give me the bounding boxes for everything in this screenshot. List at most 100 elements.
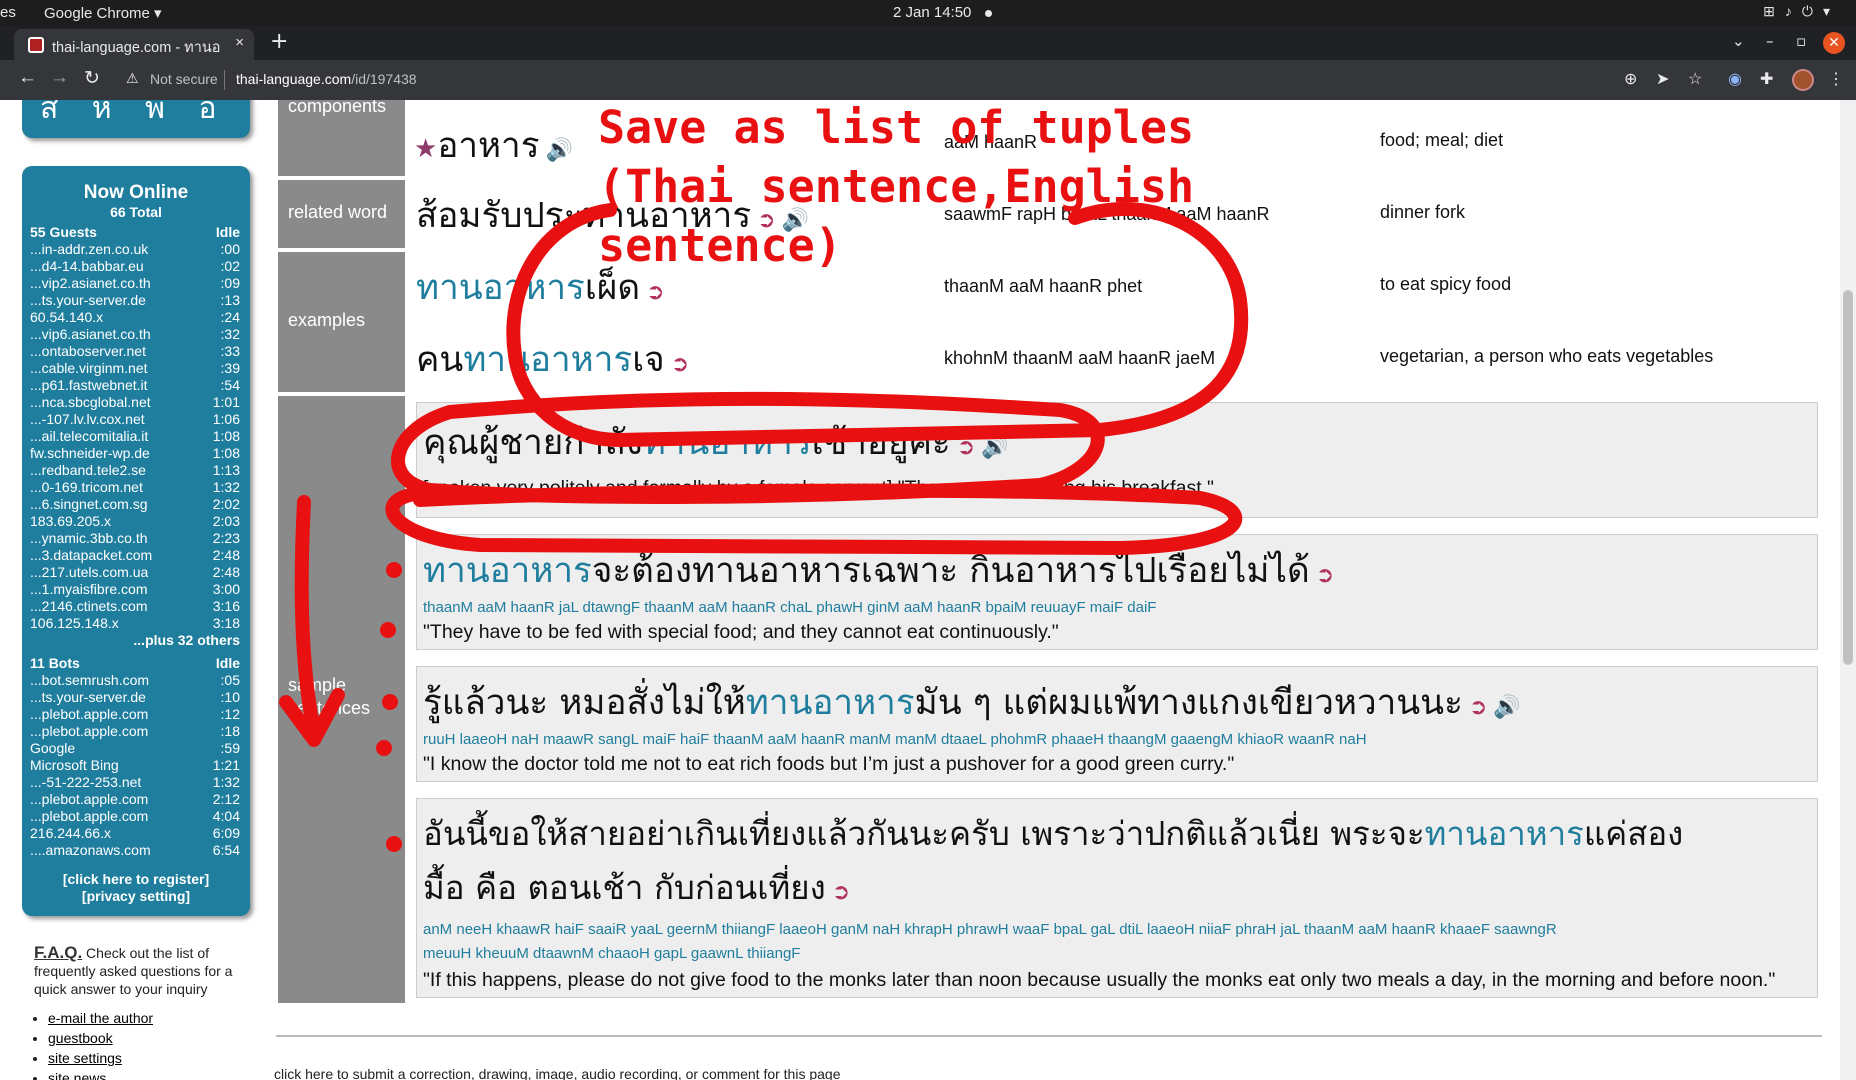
site-settings-link[interactable]: site settings — [48, 1050, 122, 1066]
guestbook-link[interactable]: guestbook — [48, 1030, 113, 1046]
sentence-thai-post: มัน ๆ แต่ผมแพ้ทางแกงเขียวหวานนะ — [914, 683, 1463, 723]
audio-icon[interactable]: ➲ — [646, 280, 664, 305]
online-idle: :02 — [220, 258, 240, 274]
audio-icon[interactable]: ➲ — [1469, 695, 1487, 720]
online-row: 216.244.66.x 6:09 — [22, 825, 250, 842]
online-idle: 1:13 — [212, 462, 240, 478]
thai-keyboard-panel[interactable]: ส ห พ อ อ — [22, 100, 250, 138]
forward-icon[interactable]: → — [50, 67, 69, 89]
restore-button[interactable]: ▫ — [1796, 32, 1806, 50]
example-phrase[interactable]: คนทานอาหารเจ ➲ — [416, 332, 689, 387]
guests-count: 55 Guests — [30, 224, 97, 240]
scrollbar[interactable] — [1840, 100, 1856, 1080]
warning-icon[interactable]: ⚠ — [126, 70, 139, 87]
sentence-thai-line2[interactable]: มื้อ คือ ตอนเช้า กับก่อนเที่ยง ➲ — [423, 861, 850, 914]
audio-icon[interactable]: ➲ — [1316, 563, 1334, 588]
faq-link[interactable]: F.A.Q. — [34, 943, 82, 962]
browser-tab[interactable]: thai-language.com - ทานอ × — [14, 29, 254, 60]
components-label: components — [288, 100, 387, 116]
sentence-thai[interactable]: คุณผู้ชายกำลังทานอาหารเช้าอยู่ค่ะ ➲ 🔊 — [423, 415, 1009, 470]
app-menu[interactable]: Google Chrome ▾ — [44, 4, 162, 22]
star-icon: ★ — [414, 134, 438, 164]
clock[interactable]: 2 Jan 14:50 — [893, 4, 993, 21]
online-idle: :18 — [220, 723, 240, 739]
bullet-marker — [376, 740, 392, 756]
speaker-icon[interactable]: 🔊 — [1493, 695, 1520, 720]
audio-icon[interactable]: ➲ — [671, 352, 689, 377]
menu-icon[interactable]: ⋮ — [1828, 69, 1844, 89]
online-host: ...-107.lv.lv.cox.net — [30, 411, 145, 427]
related-english: dinner fork — [1380, 202, 1466, 222]
extension-icon[interactable]: ◉ — [1728, 69, 1742, 89]
bot-list: ...bot.semrush.com:05 ...ts.your-server.d… — [22, 672, 250, 859]
close-window-button[interactable]: ✕ — [1823, 32, 1845, 54]
component-english: food; meal; diet — [1380, 130, 1504, 150]
online-host: 216.244.66.x — [30, 825, 111, 841]
audio-icon[interactable]: ➲ — [832, 880, 850, 905]
online-row: ....amazonaws.com 6:54 — [22, 842, 250, 859]
audio-icon[interactable]: ➲ — [957, 435, 975, 460]
minimize-button[interactable]: – — [1766, 32, 1774, 50]
now-online-title: Now Online — [83, 182, 189, 203]
bookmark-star-icon[interactable]: ☆ — [1688, 69, 1702, 89]
online-host: ...vip6.asianet.co.th — [30, 326, 151, 342]
online-row: 60.54.140.x:24 — [22, 309, 250, 326]
online-host: Microsoft Bing — [30, 757, 119, 773]
url-field[interactable]: thai-language.com/id/197438 — [236, 71, 417, 87]
online-row: ...ts.your-server.de:13 — [22, 292, 250, 309]
online-host: ....amazonaws.com — [30, 842, 151, 858]
avatar[interactable] — [1792, 69, 1814, 91]
site-news-link[interactable]: site news — [48, 1070, 106, 1080]
online-idle: :59 — [220, 740, 240, 756]
os-top-bar: es Google Chrome ▾ 2 Jan 14:50 ⊞♪⏻▾ — [0, 0, 1856, 26]
example-thai-hl: ทานอาหาร — [416, 268, 585, 308]
submit-correction-link[interactable]: click here to submit a correction, drawi… — [274, 1066, 841, 1080]
online-idle: :00 — [220, 241, 240, 257]
sample-label: sample — [288, 675, 347, 695]
guest-list: ...in-addr.zen.co.uk:00 ...d4-14.babbar.e… — [22, 241, 250, 632]
privacy-link[interactable]: [privacy setting] — [22, 888, 250, 905]
sentence-thai[interactable]: อันนี้ขอให้สายอย่าเกินเที่ยงแล้วกันนะครั… — [423, 807, 1683, 860]
list-item: site news — [48, 1068, 254, 1080]
register-link[interactable]: [click here to register] — [22, 871, 250, 888]
close-tab-button[interactable]: × — [235, 34, 244, 51]
not-secure-label[interactable]: Not secure — [150, 71, 218, 87]
tab-search-icon[interactable]: ⌄ — [1732, 32, 1745, 50]
bots-header: 11 Bots Idle — [22, 655, 250, 672]
component-word[interactable]: ★อาหาร 🔊 — [414, 118, 573, 173]
online-row: ...ontaboserver.net:33 — [22, 343, 250, 360]
send-icon[interactable]: ➤ — [1656, 69, 1669, 89]
scrollbar-thumb[interactable] — [1843, 290, 1853, 665]
online-row: ...plebot.apple.com 2:12 — [22, 791, 250, 808]
sentence-transliteration: ruuH laaeoH naH maawR sangL maiF haiF th… — [423, 731, 1367, 748]
online-row: ...217.utels.com.ua 2:48 — [22, 564, 250, 581]
back-icon[interactable]: ← — [18, 67, 37, 89]
sentence-transliteration-line2: meuuH kheuuM dtaawnM chaaoH gapL gaawnL … — [423, 945, 801, 962]
notification-dot — [985, 9, 993, 17]
online-host: ...ts.your-server.de — [30, 689, 146, 705]
online-row: ...plebot.apple.com:12 — [22, 706, 250, 723]
address-bar: ← → ↻ ⚠ Not secure thai-language.com/id/… — [0, 60, 1856, 100]
online-row: ...p61.fastwebnet.it:54 — [22, 377, 250, 394]
sentence-english: "They have to be fed with special food; … — [423, 621, 1059, 643]
zoom-icon[interactable]: ⊕ — [1624, 69, 1637, 89]
online-idle: :54 — [220, 377, 240, 393]
online-host: ...ts.your-server.de — [30, 292, 146, 308]
online-row: ...-107.lv.lv.cox.net 1:06 — [22, 411, 250, 428]
speaker-icon[interactable]: 🔊 — [981, 435, 1008, 460]
online-idle: 1:08 — [212, 445, 240, 461]
online-idle: 3:00 — [212, 581, 240, 597]
sentence-thai-line2-text: มื้อ คือ ตอนเช้า กับก่อนเที่ยง — [423, 868, 826, 907]
system-tray[interactable]: ⊞♪⏻▾ — [1763, 3, 1840, 20]
email-author-link[interactable]: e-mail the author — [48, 1010, 153, 1026]
activities-label[interactable]: es — [0, 4, 16, 21]
example-thai-post: เจ — [632, 340, 665, 380]
speaker-icon[interactable]: 🔊 — [546, 138, 573, 163]
new-tab-button[interactable]: + — [270, 29, 288, 54]
puzzle-icon[interactable]: ✚ — [1760, 69, 1773, 89]
reload-icon[interactable]: ↻ — [84, 67, 100, 90]
sentence-thai[interactable]: รู้แล้วนะ หมอสั่งไม่ให้ทานอาหารมัน ๆ แต่… — [423, 675, 1521, 730]
online-row: ...redband.tele2.se 1:13 — [22, 462, 250, 479]
site-links: e-mail the author guestbook site setting… — [34, 1008, 254, 1080]
sentence-thai[interactable]: ทานอาหารจะต้องทานอาหารเฉพาะ กินอาหารไปเร… — [423, 543, 1334, 598]
